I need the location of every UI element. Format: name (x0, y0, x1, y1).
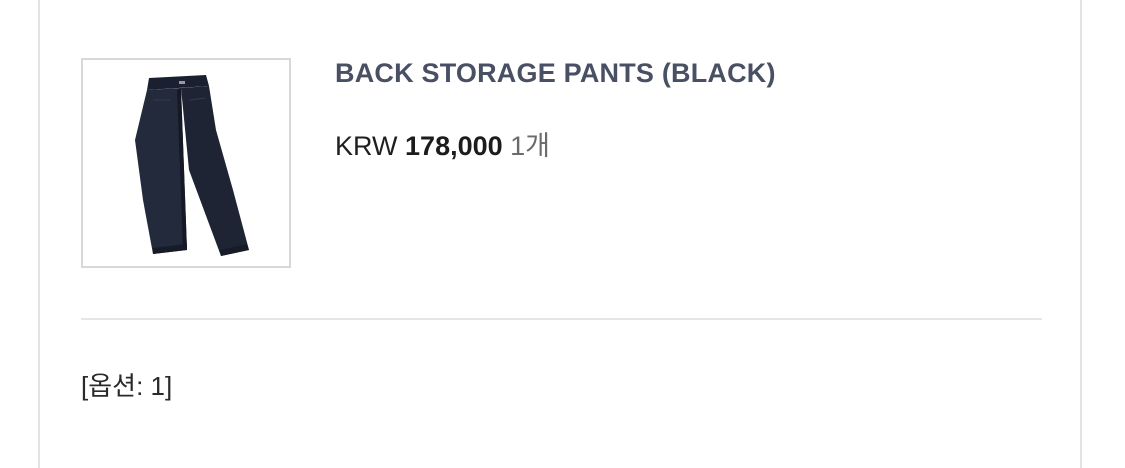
product-thumbnail[interactable] (81, 58, 291, 268)
section-divider (81, 318, 1042, 320)
product-title[interactable]: BACK STORAGE PANTS (BLACK) (335, 58, 776, 89)
price-line: KRW 178,000 1개 (335, 124, 550, 163)
option-label: [옵션: 1] (81, 371, 173, 401)
currency-label: KRW (335, 131, 398, 161)
pants-product-image (135, 75, 249, 256)
quantity-label: 1개 (510, 131, 551, 161)
price-amount: 178,000 (405, 131, 503, 161)
